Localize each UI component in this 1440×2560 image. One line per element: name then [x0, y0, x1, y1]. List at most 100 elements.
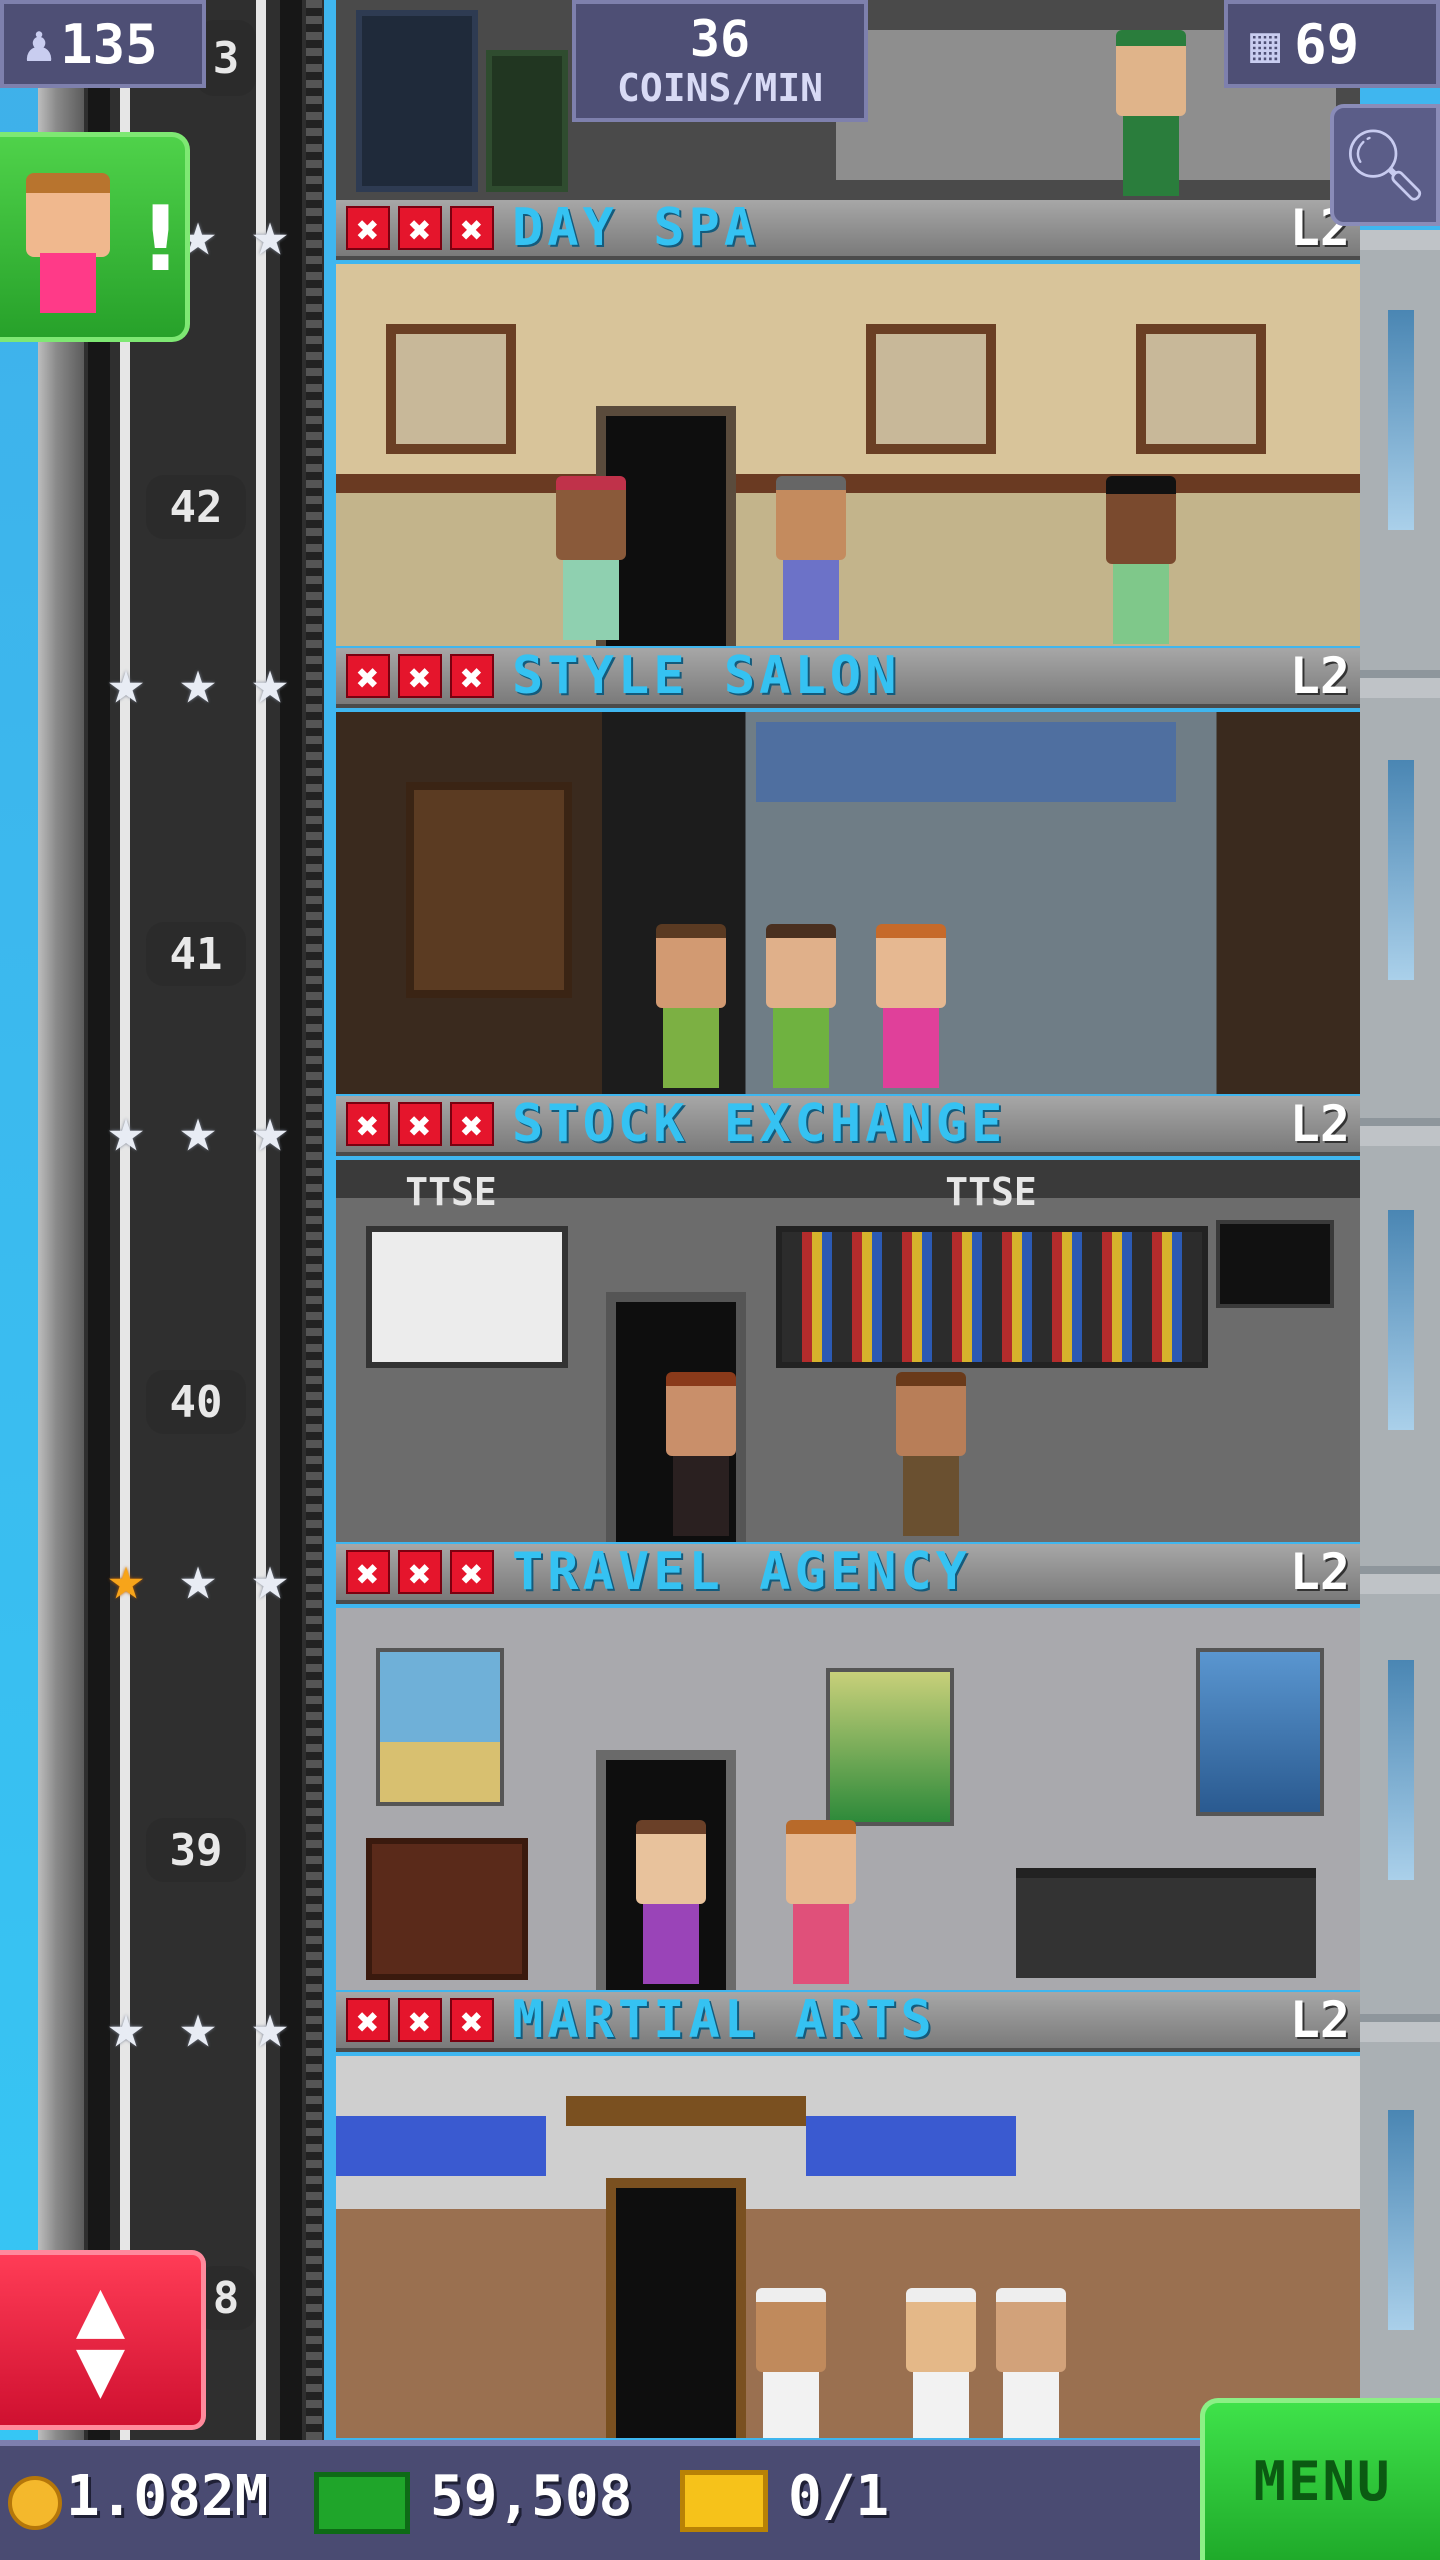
- magnifier-icon: 🔍︎: [1340, 123, 1430, 206]
- bux-value: 59,508: [430, 2464, 633, 2529]
- floor-number-40: 40: [146, 1370, 246, 1434]
- empty-slot-x-icon: ✖: [398, 1550, 442, 1596]
- picture-frame-decor: [866, 324, 996, 454]
- travel-poster-decor: [376, 1648, 504, 1806]
- room-name: STYLE SALON: [512, 648, 901, 706]
- elevator-rail-left: [120, 0, 130, 2440]
- torii-gate-decor: [566, 2096, 806, 2126]
- star-icon: ★: [251, 1093, 289, 1166]
- menu-button[interactable]: MENU: [1200, 2398, 1440, 2560]
- room-header: ✖ ✖ ✖ STOCK EXCHANGE L2: [336, 1096, 1360, 1156]
- star-rating-stock-exchange: ★ ★ ★: [94, 1098, 302, 1168]
- resident-figure[interactable]: [656, 924, 726, 1088]
- window-decor: [1388, 760, 1414, 980]
- room-name: MARTIAL ARTS: [512, 1992, 936, 2050]
- resident-figure[interactable]: [756, 2288, 826, 2438]
- resident-figure[interactable]: [906, 2288, 976, 2438]
- room-interior: [336, 264, 1360, 646]
- visitor-notification-button[interactable]: !: [0, 132, 190, 342]
- empty-slot-x-icon: ✖: [450, 1550, 494, 1596]
- room-level: L2: [1289, 1992, 1350, 2049]
- window-decor: [1388, 1660, 1414, 1880]
- resident-figure[interactable]: [776, 476, 846, 640]
- resident-figure[interactable]: [766, 924, 836, 1088]
- resident-figure[interactable]: [556, 476, 626, 640]
- desk-decor: [1016, 1868, 1316, 1978]
- empty-slot-x-icon: ✖: [398, 1998, 442, 2044]
- resident-figure[interactable]: [876, 924, 946, 1088]
- star-rating-travel-agency: ★ ★ ★: [94, 1546, 302, 1616]
- empty-slot-x-icon: ✖: [346, 1102, 390, 1148]
- shaft-ladder: [306, 0, 322, 2440]
- coins-rate-display: 36 COINS/MIN: [572, 0, 868, 122]
- floors-value: 69: [1294, 12, 1360, 76]
- tickets-value: 0/1: [788, 2464, 890, 2529]
- room-style-salon[interactable]: ✖ ✖ ✖ STYLE SALON L2: [336, 648, 1360, 1094]
- travel-poster-decor: [826, 1668, 954, 1826]
- room-header: ✖ ✖ ✖ TRAVEL AGENCY L2: [336, 1544, 1360, 1604]
- coins-rate-value: 36: [689, 10, 751, 68]
- bux-icon: [314, 2472, 410, 2534]
- empty-slot-x-icon: ✖: [346, 206, 390, 252]
- window-decor: [1388, 1210, 1414, 1430]
- room-day-spa[interactable]: ✖ ✖ ✖ DAY SPA L2: [336, 200, 1360, 646]
- population-counter[interactable]: ♟ 135: [0, 0, 206, 88]
- zoom-out-button[interactable]: 🔍︎: [1330, 104, 1440, 226]
- building-icon: ▦: [1250, 15, 1281, 73]
- resident-figure[interactable]: [1116, 30, 1186, 196]
- floors-counter[interactable]: ▦ 69: [1224, 0, 1440, 88]
- room-interior: TTSE TTSE: [336, 1160, 1360, 1542]
- resident-figure[interactable]: [1106, 476, 1176, 644]
- coin-icon: [8, 2476, 62, 2530]
- population-icon: ♟: [24, 15, 55, 73]
- window-decor: [756, 722, 1176, 802]
- resident-figure[interactable]: [786, 1820, 856, 1984]
- room-interior: [336, 1608, 1360, 1990]
- coins-rate-unit: COINS/MIN: [617, 66, 823, 110]
- elevator-rail-right: [256, 0, 266, 2440]
- ticker-screen-decor: [1216, 1220, 1334, 1308]
- window-decor: [1388, 2110, 1414, 2330]
- room-name: TRAVEL AGENCY: [512, 1544, 971, 1602]
- shelf-decor: [406, 782, 572, 998]
- room-level: L2: [1289, 1096, 1350, 1153]
- empty-slot-x-icon: ✖: [450, 1998, 494, 2044]
- cabinet-decor: [486, 50, 568, 192]
- visitor-body-decor: [40, 253, 96, 313]
- elevator-control-button[interactable]: ▲ ▼: [0, 2250, 206, 2430]
- star-icon: ★: [179, 645, 217, 718]
- resident-figure[interactable]: [636, 1820, 706, 1984]
- coins-value: 1.082M: [66, 2464, 269, 2529]
- elevator-shaft[interactable]: [84, 0, 324, 2440]
- empty-slot-x-icon: ✖: [346, 654, 390, 700]
- room-header: ✖ ✖ ✖ DAY SPA L2: [336, 200, 1360, 260]
- shaft-pillar-right: [280, 0, 302, 2440]
- resident-figure[interactable]: [896, 1372, 966, 1536]
- room-name: STOCK EXCHANGE: [512, 1096, 1007, 1154]
- room-interior: [336, 2056, 1360, 2438]
- star-icon: ★: [251, 197, 289, 270]
- resident-figure[interactable]: [996, 2288, 1066, 2438]
- floor-number-39: 39: [146, 1818, 246, 1882]
- resident-figure[interactable]: [666, 1372, 736, 1536]
- room-travel-agency[interactable]: ✖ ✖ ✖ TRAVEL AGENCY L2: [336, 1544, 1360, 1990]
- empty-slot-x-icon: ✖: [450, 206, 494, 252]
- room-header: ✖ ✖ ✖ MARTIAL ARTS L2: [336, 1992, 1360, 2052]
- travel-poster-decor: [1196, 1648, 1324, 1816]
- star-icon: ★: [251, 1989, 289, 2062]
- window-decor: [1388, 310, 1414, 530]
- room-level: L2: [1289, 1544, 1350, 1601]
- shaft-pillar-left: [88, 0, 110, 2440]
- ticket-icon: [680, 2470, 768, 2532]
- empty-slot-x-icon: ✖: [450, 1102, 494, 1148]
- empty-slot-x-icon: ✖: [398, 1102, 442, 1148]
- picture-frame-decor: [386, 324, 516, 454]
- room-stock-exchange[interactable]: ✖ ✖ ✖ STOCK EXCHANGE L2 TTSE TTSE: [336, 1096, 1360, 1542]
- star-icon: ★: [251, 645, 289, 718]
- room-header: ✖ ✖ ✖ STYLE SALON L2: [336, 648, 1360, 708]
- star-rating-martial-arts: ★ ★ ★: [94, 1994, 302, 2064]
- population-value: 135: [60, 12, 158, 76]
- star-icon: ★: [107, 1989, 145, 2062]
- room-martial-arts[interactable]: ✖ ✖ ✖ MARTIAL ARTS L2: [336, 1992, 1360, 2438]
- stock-board-decor: [776, 1226, 1208, 1368]
